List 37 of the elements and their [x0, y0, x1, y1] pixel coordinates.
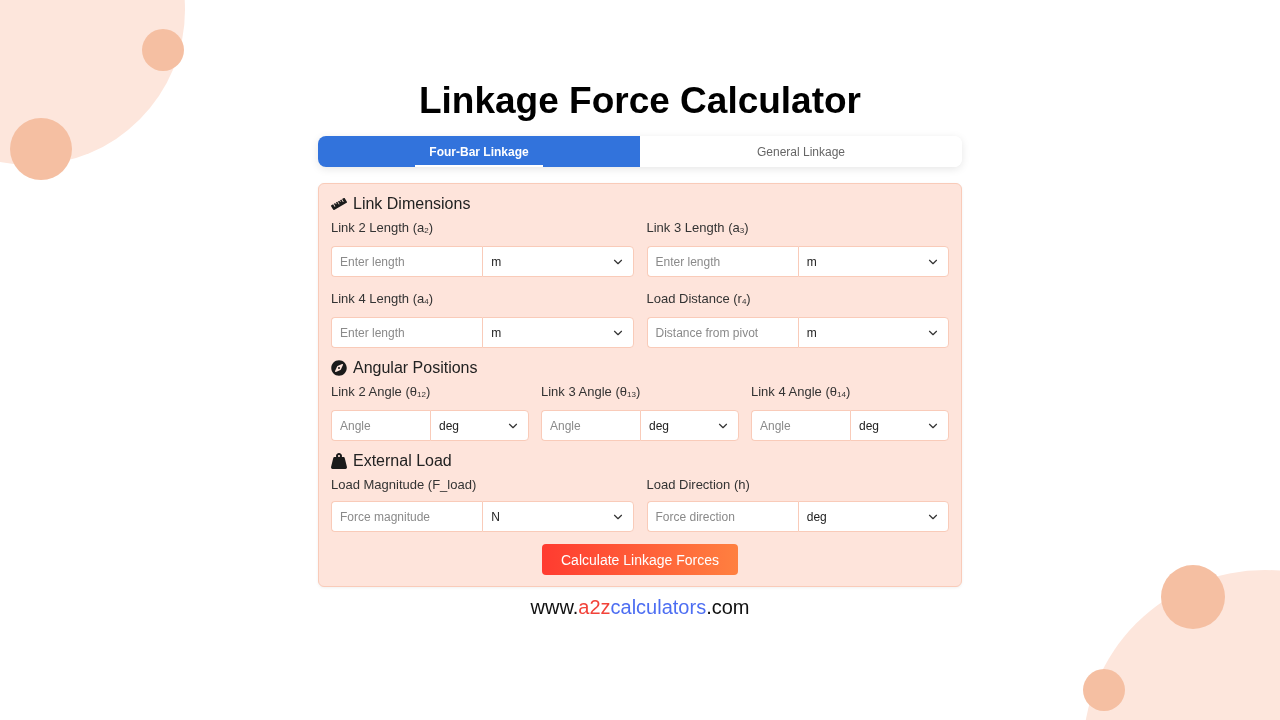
number-input[interactable]: Angle: [331, 410, 430, 441]
website-url: www.a2zcalculators.com: [530, 595, 750, 620]
number-input[interactable]: Angle: [541, 410, 640, 441]
field-label: Link 2 Length (a$_{2}$): [331, 220, 435, 237]
field-label: Load Magnitude (F_load): [331, 477, 478, 493]
number-input[interactable]: Distance from pivot: [646, 317, 798, 348]
unit-select[interactable]: deg: [850, 410, 949, 441]
field-label: Link 2 Angle (θ$_{12}$): [331, 384, 432, 401]
number-input[interactable]: Angle: [751, 410, 850, 441]
number-input[interactable]: Enter length: [331, 246, 483, 277]
compass-icon: [331, 360, 347, 376]
unit-select[interactable]: deg: [797, 501, 949, 532]
field-label: Link 4 Length (a$_{4}$): [331, 291, 435, 308]
weight-icon: [331, 453, 347, 469]
tab[interactable]: General Linkage: [640, 136, 962, 167]
unit-select[interactable]: m: [797, 317, 949, 348]
field-label: Link 3 Length (a$_{3}$): [646, 220, 750, 237]
unit-select[interactable]: deg: [430, 410, 529, 441]
section-heading: Link Dimensions: [353, 195, 471, 213]
field-label: Link 3 Angle (θ$_{13}$): [541, 384, 642, 401]
unit-select[interactable]: m: [482, 317, 634, 348]
field-label: Link 4 Angle (θ$_{14}$): [751, 384, 852, 401]
unit-select[interactable]: m: [797, 246, 949, 277]
field-label: Load Direction (h): [646, 477, 751, 493]
page-title: Linkage Force Calculator: [418, 79, 862, 123]
number-input[interactable]: Enter length: [331, 317, 483, 348]
number-input[interactable]: Force direction: [646, 501, 798, 532]
tab[interactable]: Four-Bar Linkage: [318, 136, 640, 167]
section-heading: External Load: [353, 452, 452, 470]
unit-select[interactable]: m: [482, 246, 634, 277]
ruler-icon: [331, 196, 347, 212]
number-input[interactable]: Enter length: [646, 246, 798, 277]
section-heading: Angular Positions: [353, 359, 478, 377]
field-label: Load Distance (r$_{4}$): [646, 291, 752, 308]
unit-select[interactable]: N: [482, 501, 634, 532]
unit-select[interactable]: deg: [640, 410, 739, 441]
number-input[interactable]: Force magnitude: [331, 501, 483, 532]
